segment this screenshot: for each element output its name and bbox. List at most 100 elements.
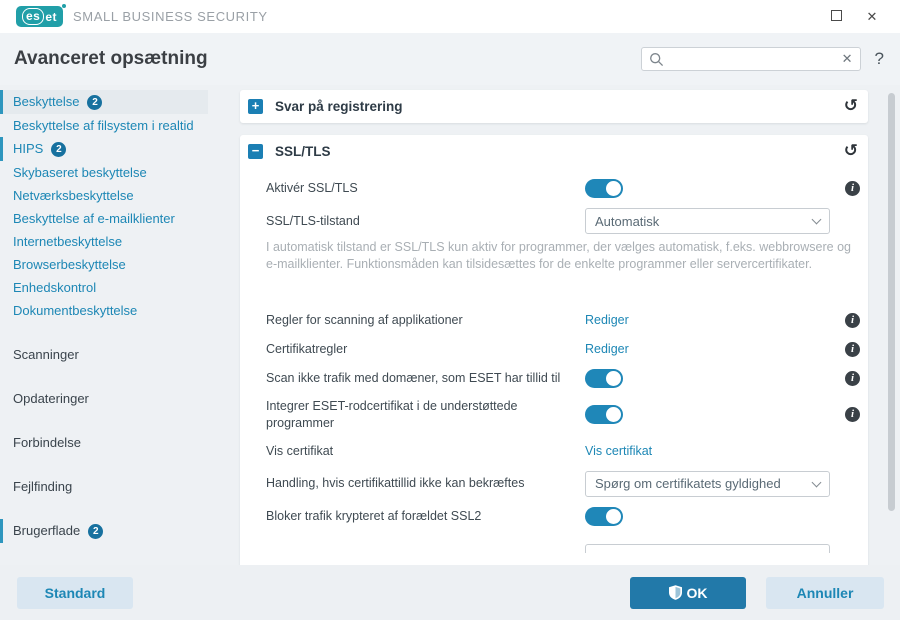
section-header[interactable]: − SSL/TLS ↺	[240, 135, 868, 168]
sidebar-item-browserbeskyttelse[interactable]: Browserbeskyttelse	[0, 253, 208, 276]
dropdown-value: Spørg om certifikatets gyldighed	[595, 476, 813, 491]
info-column: i	[838, 313, 860, 328]
edit-link[interactable]: Rediger	[585, 313, 629, 327]
setting-control	[585, 179, 838, 198]
cutoff-control	[585, 544, 830, 553]
info-icon[interactable]: i	[845, 181, 860, 196]
setting-label: SSL/TLS-tilstand	[266, 213, 585, 230]
settings-row: Vis certifikatVis certifikat	[266, 437, 860, 466]
search-icon	[649, 52, 664, 67]
setting-label: Handling, hvis certifikattillid ikke kan…	[266, 475, 585, 492]
sidebar-nav: Beskyttelse2 Beskyttelse af filsystem i r…	[0, 90, 240, 565]
sidebar-item-label: Fejlfinding	[13, 479, 72, 494]
sidebar-item-dokumentbeskyttelse[interactable]: Dokumentbeskyttelse	[0, 299, 208, 322]
toggle-knob	[606, 509, 621, 524]
setting-control	[585, 405, 838, 424]
clear-search-icon[interactable]: ✕	[842, 51, 853, 67]
sidebar-item-opdateringer[interactable]: Opdateringer	[0, 387, 208, 410]
sidebar-item-label: Dokumentbeskyttelse	[13, 303, 137, 318]
cancel-button[interactable]: Annuller	[766, 577, 884, 609]
sidebar-item-brugerflade[interactable]: Brugerflade2	[0, 519, 208, 543]
setting-label: Integrer ESET-rodcertifikat i de underst…	[266, 398, 585, 432]
revert-icon[interactable]: ↺	[844, 98, 858, 115]
info-icon[interactable]: i	[845, 313, 860, 328]
sidebar-item-label: Enhedskontrol	[13, 280, 96, 295]
revert-icon[interactable]: ↺	[844, 143, 858, 160]
section-title: SSL/TLS	[275, 144, 331, 159]
sidebar-item-label: Opdateringer	[13, 391, 89, 406]
maximize-button[interactable]	[828, 9, 844, 24]
maximize-icon	[831, 10, 842, 21]
setting-label: Aktivér SSL/TLS	[266, 180, 585, 197]
edit-link[interactable]: Rediger	[585, 342, 629, 356]
toggle-switch[interactable]	[585, 179, 623, 198]
help-icon[interactable]: ?	[875, 49, 884, 69]
section-header[interactable]: + Svar på registrering ↺	[240, 90, 868, 123]
setting-label: Certifikatregler	[266, 341, 585, 358]
sidebar-item-beskyttelse-af-e-mailkliente[interactable]: Beskyttelse af e-mailklienter	[0, 207, 208, 230]
setting-label: Scan ikke trafik med domæner, som ESET h…	[266, 370, 585, 387]
toggle-switch[interactable]	[585, 369, 623, 388]
content-scrollbar[interactable]	[888, 93, 895, 511]
sidebar-item-label: HIPS	[13, 141, 43, 156]
toggle-switch[interactable]	[585, 507, 623, 526]
expand-icon[interactable]: +	[248, 99, 263, 114]
settings-row: Handling, hvis certifikattillid ikke kan…	[266, 466, 860, 502]
info-icon[interactable]: i	[845, 407, 860, 422]
sidebar-item-beskyttelse[interactable]: Beskyttelse2	[0, 90, 208, 114]
sidebar-item-label: Browserbeskyttelse	[13, 257, 126, 272]
sidebar-item-hips[interactable]: HIPS 2	[0, 137, 208, 161]
toggle-switch[interactable]	[585, 405, 623, 424]
app-window: es et SMALL BUSINESS SECURITY ✕ Avancere…	[0, 0, 900, 620]
settings-row: Aktivér SSL/TLS i	[266, 174, 860, 203]
sidebar-item-beskyttelse-af-filsystem-i-r[interactable]: Beskyttelse af filsystem i realtid	[0, 114, 208, 137]
sidebar-item-netv-rksbeskyttelse[interactable]: Netværksbeskyttelse	[0, 184, 208, 207]
setting-control: Rediger	[585, 342, 838, 356]
sidebar-item-label: Beskyttelse af filsystem i realtid	[13, 118, 194, 133]
dropdown-select[interactable]: Spørg om certifikatets gyldighed	[585, 471, 830, 497]
setting-control	[585, 507, 838, 526]
setting-label: Vis certifikat	[266, 443, 585, 460]
sidebar-item-enhedskontrol[interactable]: Enhedskontrol	[0, 276, 208, 299]
close-button[interactable]: ✕	[864, 9, 880, 25]
count-badge: 2	[88, 524, 103, 539]
page-title: Avanceret opsætning	[14, 48, 208, 70]
settings-row: Scan ikke trafik med domæner, som ESET h…	[266, 364, 860, 393]
ok-button-label: OK	[687, 585, 708, 601]
sidebar-item-label: Netværksbeskyttelse	[13, 188, 134, 203]
logo-text-es: es	[22, 8, 44, 25]
info-column: i	[838, 342, 860, 357]
setting-control: Rediger	[585, 313, 838, 327]
eset-logo: es et	[16, 6, 63, 27]
sidebar-item-fejlfinding[interactable]: Fejlfinding	[0, 475, 208, 498]
sidebar-item-label: Scanninger	[13, 347, 79, 362]
sidebar-item-internetbeskyttelse[interactable]: Internetbeskyttelse	[0, 230, 208, 253]
sidebar-item-scanninger[interactable]: Scanninger	[0, 343, 208, 366]
footer-bar: Standard OK Annuller	[0, 565, 900, 620]
sidebar-item-forbindelse[interactable]: Forbindelse	[0, 431, 208, 454]
sidebar-item-label: Internetbeskyttelse	[13, 234, 122, 249]
settings-main: + Svar på registrering ↺ − SSL/TLS ↺ Akt…	[240, 90, 868, 565]
ok-button[interactable]: OK	[630, 577, 746, 609]
standard-button[interactable]: Standard	[17, 577, 133, 609]
sidebar-item-label: Skybaseret beskyttelse	[13, 165, 147, 180]
dropdown-value: Automatisk	[595, 214, 813, 229]
setting-control: Vis certifikat	[585, 444, 838, 458]
toggle-knob	[606, 407, 621, 422]
uac-shield-icon	[669, 585, 682, 600]
count-badge: 2	[87, 95, 102, 110]
collapse-icon[interactable]: −	[248, 144, 263, 159]
dropdown-select[interactable]: Automatisk	[585, 208, 830, 234]
setting-control	[585, 538, 838, 553]
info-icon[interactable]: i	[845, 371, 860, 386]
settings-row	[266, 531, 860, 560]
edit-link[interactable]: Vis certifikat	[585, 444, 652, 458]
sidebar-item-skybaseret-beskyttelse[interactable]: Skybaseret beskyttelse	[0, 161, 208, 184]
ssl-rows: Aktivér SSL/TLS i SSL/TLS-tilstand Automati…	[240, 168, 868, 565]
settings-row: Bloker trafik krypteret af forældet SSL2	[266, 502, 860, 531]
info-icon[interactable]: i	[845, 342, 860, 357]
search-input[interactable]	[669, 52, 837, 66]
search-box[interactable]: ✕	[641, 47, 861, 71]
count-badge: 2	[51, 142, 66, 157]
page-header: Avanceret opsætning ✕ ?	[0, 33, 900, 85]
